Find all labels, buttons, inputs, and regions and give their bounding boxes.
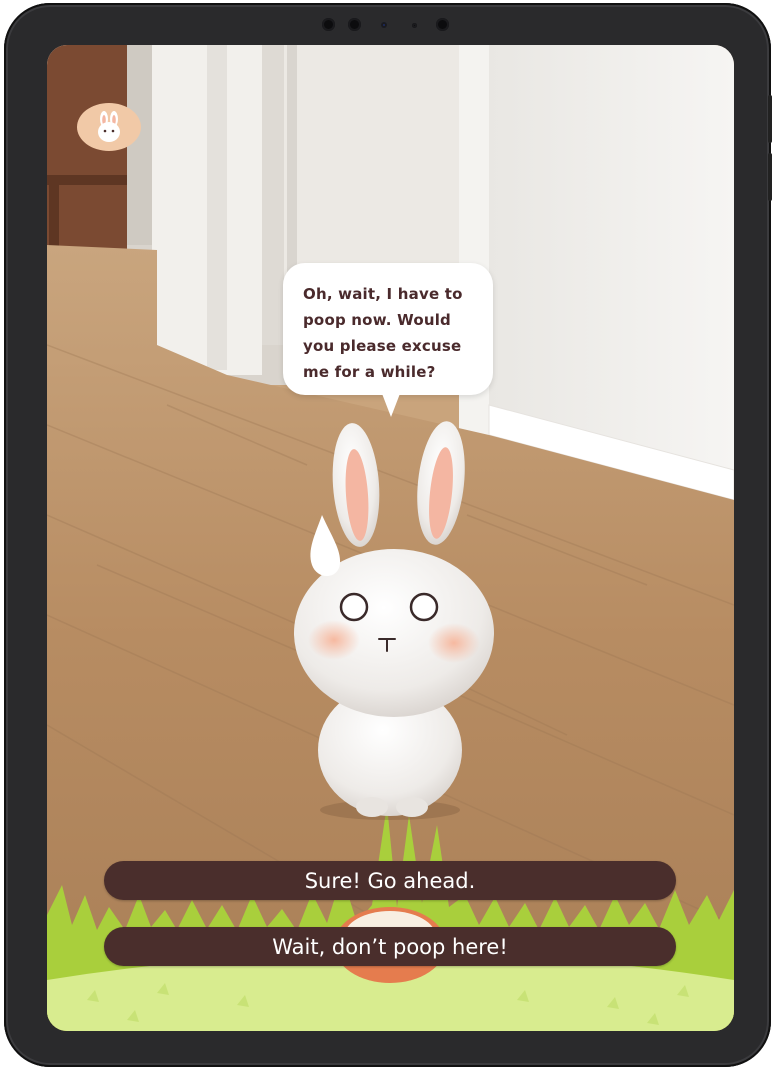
ar-screen[interactable]: Oh, wait, I have to poop now. Would you … <box>47 45 734 1031</box>
profile-button[interactable] <box>77 103 141 151</box>
bunny-face-icon <box>98 111 120 142</box>
speech-bubble-tail <box>381 391 401 417</box>
door <box>284 45 459 280</box>
choice-button-sure[interactable]: Sure! Go ahead. <box>104 861 676 900</box>
choice-button-wait[interactable]: Wait, don’t poop here! <box>104 927 676 966</box>
device-volume-button <box>768 95 772 143</box>
tablet-frame: Oh, wait, I have to poop now. Would you … <box>4 3 772 1067</box>
front-camera-bar <box>322 15 462 35</box>
speech-bubble-text: Oh, wait, I have to poop now. Would you … <box>303 285 463 381</box>
speech-bubble: Oh, wait, I have to poop now. Would you … <box>283 263 493 395</box>
device-volume-button <box>768 153 772 201</box>
